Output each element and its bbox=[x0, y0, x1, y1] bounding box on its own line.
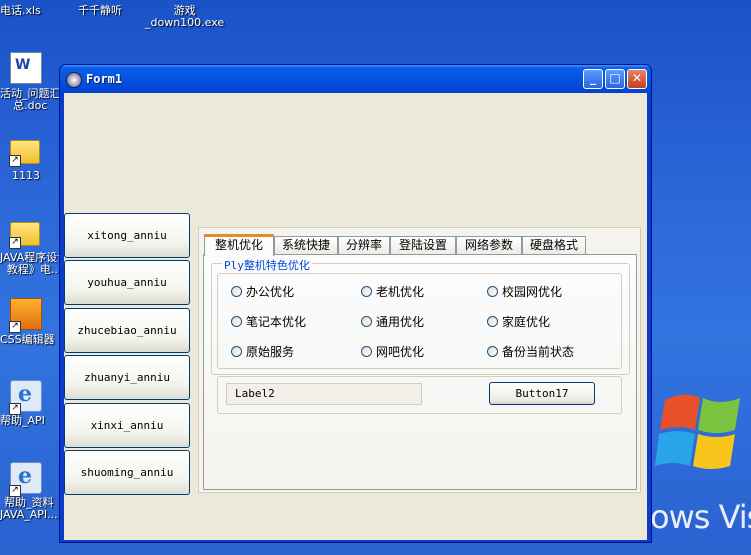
client-area: xitong_anniu youhua_anniu zhucebiao_anni… bbox=[64, 93, 647, 540]
desktop-label-api-docs[interactable]: 帮助_资料 JAVA_API... bbox=[0, 497, 58, 521]
button17[interactable]: Button17 bbox=[489, 382, 595, 405]
desktop-label-api-docs-text: 帮助_资料 JAVA_API... bbox=[0, 496, 58, 521]
radio-circle-icon[interactable] bbox=[487, 346, 498, 357]
tab-wangluo[interactable]: 网络参数 bbox=[456, 236, 522, 254]
radio-label: 通用优化 bbox=[376, 315, 425, 329]
desktop-label-game[interactable]: 游戏 _down100.exe bbox=[145, 5, 224, 29]
form-window: Form1 _ □ ✕ xitong_anniu youhua_anniu zh… bbox=[59, 64, 652, 543]
desktop-label-folder[interactable]: 1113 bbox=[12, 170, 40, 182]
css-editor-icon[interactable]: ↗ bbox=[9, 298, 42, 333]
desktop-label-xls[interactable]: 电话.xls bbox=[0, 5, 41, 17]
radio-old-pc[interactable]: 老机优化 bbox=[361, 283, 424, 300]
radio-circle-icon[interactable] bbox=[231, 286, 242, 297]
ie-icon[interactable]: ↗ bbox=[9, 380, 42, 415]
minimize-button[interactable]: _ bbox=[583, 69, 603, 89]
radio-circle-icon[interactable] bbox=[231, 316, 242, 327]
xinxi-button[interactable]: xinxi_anniu bbox=[64, 403, 190, 448]
radio-circle-icon[interactable] bbox=[231, 346, 242, 357]
folder-icon[interactable]: ↗ bbox=[9, 222, 40, 249]
zhuanyi-button[interactable]: zhuanyi_anniu bbox=[64, 355, 190, 400]
desktop-label-doc-text: 活动_问题汇 总.doc bbox=[0, 87, 61, 112]
radio-original[interactable]: 原始服务 bbox=[231, 343, 294, 360]
radio-home[interactable]: 家庭优化 bbox=[487, 313, 550, 330]
tab-zhengji[interactable]: 整机优化 bbox=[204, 234, 274, 256]
radio-circle-icon[interactable] bbox=[361, 346, 372, 357]
desktop-label-player[interactable]: 千千静听 bbox=[78, 5, 122, 17]
tab-yingpan[interactable]: 硬盘格式 bbox=[522, 236, 586, 254]
youhua-button[interactable]: youhua_anniu bbox=[64, 260, 190, 305]
wallpaper-text: ows Vis bbox=[650, 498, 751, 536]
desktop-label-game-text: 游戏 _down100.exe bbox=[145, 4, 225, 29]
shortcut-arrow-icon: ↗ bbox=[9, 321, 21, 333]
shortcut-arrow-icon: ↗ bbox=[9, 155, 21, 167]
title-bar[interactable]: Form1 _ □ ✕ bbox=[60, 65, 651, 93]
tab-denglu[interactable]: 登陆设置 bbox=[390, 236, 456, 254]
folder-icon[interactable]: ↗ bbox=[9, 140, 40, 167]
label2: Label2 bbox=[226, 383, 422, 405]
close-button[interactable]: ✕ bbox=[627, 69, 647, 89]
zhucebiao-button[interactable]: zhucebiao_anniu bbox=[64, 308, 190, 353]
radio-circle-icon[interactable] bbox=[487, 316, 498, 327]
radio-label: 笔记本优化 bbox=[246, 315, 307, 329]
tab-xitong[interactable]: 系统快捷 bbox=[274, 236, 338, 254]
tab-fenbianlv[interactable]: 分辨率 bbox=[338, 236, 390, 254]
radio-office[interactable]: 办公优化 bbox=[231, 283, 294, 300]
maximize-button[interactable]: □ bbox=[605, 69, 625, 89]
desktop-label-java-text: JAVA程序设计 教程》电... bbox=[0, 251, 69, 276]
app-icon[interactable] bbox=[66, 72, 82, 88]
shuoming-button[interactable]: shuoming_anniu bbox=[64, 450, 190, 495]
radio-general[interactable]: 通用优化 bbox=[361, 313, 424, 330]
radio-campus[interactable]: 校园网优化 bbox=[487, 283, 562, 300]
radio-label: 备份当前状态 bbox=[502, 345, 575, 359]
radio-circle-icon[interactable] bbox=[487, 286, 498, 297]
radio-label: 办公优化 bbox=[246, 285, 295, 299]
window-title: Form1 bbox=[86, 72, 123, 86]
radio-label: 老机优化 bbox=[376, 285, 425, 299]
radio-netbar[interactable]: 网吧优化 bbox=[361, 343, 424, 360]
radio-label: 网吧优化 bbox=[376, 345, 425, 359]
word-doc-icon[interactable] bbox=[10, 52, 42, 84]
radio-label: 原始服务 bbox=[246, 345, 295, 359]
ie-icon[interactable]: ↗ bbox=[9, 462, 42, 497]
desktop-label-java[interactable]: JAVA程序设计 教程》电... bbox=[0, 252, 68, 276]
desktop-label-css[interactable]: CSS编辑器 bbox=[0, 334, 55, 346]
radio-laptop[interactable]: 笔记本优化 bbox=[231, 313, 306, 330]
windows-logo-icon bbox=[655, 394, 740, 469]
desktop-label-doc[interactable]: 活动_问题汇 总.doc bbox=[0, 88, 61, 112]
radio-circle-icon[interactable] bbox=[361, 316, 372, 327]
radio-label: 家庭优化 bbox=[502, 315, 551, 329]
radio-label: 校园网优化 bbox=[502, 285, 563, 299]
shortcut-arrow-icon: ↗ bbox=[9, 237, 21, 249]
desktop-label-api[interactable]: 帮助_API bbox=[0, 415, 45, 427]
group-title: Ply整机特色优化 bbox=[222, 257, 312, 273]
radio-circle-icon[interactable] bbox=[361, 286, 372, 297]
xitong-button[interactable]: xitong_anniu bbox=[64, 213, 190, 258]
radio-backup[interactable]: 备份当前状态 bbox=[487, 343, 574, 360]
